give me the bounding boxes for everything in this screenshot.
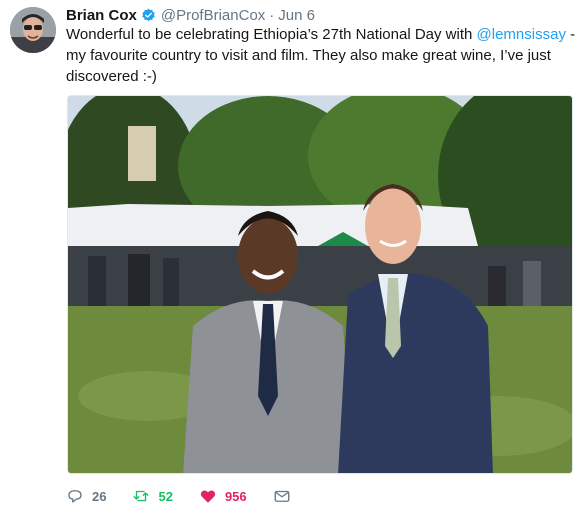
separator-dot: · [269, 6, 275, 24]
author-name[interactable]: Brian Cox [66, 7, 137, 24]
verified-badge-icon [142, 8, 155, 21]
tweet-text-start: Wonderful to be celebrating Ethiopia’s 2… [66, 26, 477, 43]
tweet-actions: 26 52 956 [66, 486, 576, 506]
tweet-header: Brian Cox @ProfBrianCox · Jun 6 [66, 5, 315, 25]
like-count: 956 [224, 488, 247, 504]
mention-link[interactable]: @lemnsissay [477, 26, 566, 43]
retweet-count: 52 [158, 488, 173, 504]
dm-action[interactable] [273, 487, 299, 505]
avatar[interactable] [10, 7, 56, 53]
avatar-image [10, 7, 56, 53]
author-handle[interactable]: @ProfBrianCox [161, 7, 265, 24]
photo-two-men-garden-party [68, 96, 572, 473]
retweet-action[interactable]: 52 [132, 487, 173, 505]
reply-action[interactable]: 26 [66, 487, 106, 505]
tweet-card[interactable]: Brian Cox @ProfBrianCox · Jun 6 Wonderfu… [0, 0, 587, 511]
retweet-icon[interactable] [132, 487, 150, 505]
tweet-photo[interactable] [67, 95, 573, 474]
reply-icon[interactable] [66, 487, 84, 505]
heart-icon[interactable] [199, 487, 217, 505]
like-action[interactable]: 956 [199, 487, 247, 505]
tweet-date[interactable]: Jun 6 [278, 7, 315, 24]
reply-count: 26 [92, 488, 107, 504]
tweet-text: Wonderful to be celebrating Ethiopia’s 2… [66, 24, 576, 87]
envelope-icon[interactable] [273, 487, 291, 505]
